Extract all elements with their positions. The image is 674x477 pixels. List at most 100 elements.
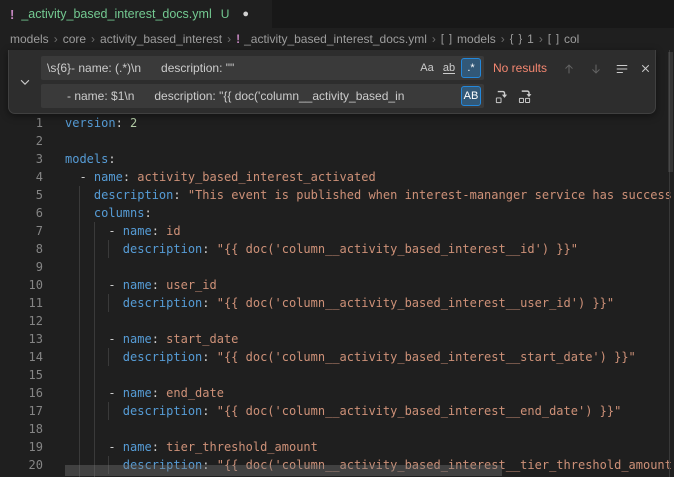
code-line[interactable]: 1 version: 2	[0, 114, 674, 132]
breadcrumb-label: core	[63, 32, 86, 46]
chevron-right-icon: ›	[432, 32, 436, 46]
code-line[interactable]: 18	[0, 420, 674, 438]
replace-button[interactable]	[491, 86, 512, 107]
code-line[interactable]: 17 description: "{{ doc('column__activit…	[0, 402, 674, 420]
indent-guide	[108, 402, 109, 420]
whole-word-button[interactable]: ab	[439, 58, 459, 78]
replace-text: - name: $1\n description: "{{ doc('colum…	[47, 88, 454, 104]
code-line[interactable]: 11 description: "{{ doc('column__activit…	[0, 294, 674, 312]
line-number[interactable]: 16	[0, 384, 43, 402]
line-number[interactable]: 10	[0, 276, 43, 294]
preserve-case-button[interactable]: AB	[461, 86, 481, 106]
array-symbol-icon: [ ]	[548, 33, 560, 45]
breadcrumb-label: _activity_based_interest_docs.yml	[244, 32, 427, 46]
breadcrumb-item-_activity_based_interest_docs.yml[interactable]: ! _activity_based_interest_docs.yml	[236, 32, 427, 46]
code-text: models:	[65, 150, 116, 168]
indent-guide	[79, 186, 80, 477]
line-number[interactable]: 7	[0, 222, 43, 240]
regex-button[interactable]: .*	[461, 58, 481, 78]
code-text: description: "{{ doc('column__activity_b…	[65, 348, 636, 366]
line-number[interactable]: 8	[0, 240, 43, 258]
modified-dot-icon[interactable]: ●	[242, 9, 249, 20]
code-line[interactable]: 3 models:	[0, 150, 674, 168]
line-number[interactable]: 2	[0, 132, 43, 150]
editor-code-area[interactable]: 1version: 223models:4 - name: activity_b…	[0, 114, 674, 474]
code-line[interactable]: 9	[0, 258, 674, 276]
line-number[interactable]: 19	[0, 438, 43, 456]
code-line[interactable]: 16 - name: end_date	[0, 384, 674, 402]
code-line[interactable]: 15	[0, 366, 674, 384]
git-untracked-badge: U	[221, 7, 230, 21]
whole-word-label: ab	[443, 63, 455, 74]
code-text: columns:	[65, 204, 152, 222]
tab-activity-based-interest-docs[interactable]: ! _activity_based_interest_docs.yml U ●	[0, 0, 272, 28]
code-line[interactable]: 8 description: "{{ doc('column__activity…	[0, 240, 674, 258]
chevron-right-icon: ›	[54, 32, 58, 46]
breadcrumb-item-1[interactable]: { }1	[510, 32, 534, 46]
code-text: - name: user_id	[65, 276, 217, 294]
match-case-button[interactable]: Aa	[417, 58, 437, 78]
breadcrumb-item-models[interactable]: models	[10, 32, 49, 46]
chevron-right-icon: ›	[501, 32, 505, 46]
code-text: - name: activity_based_interest_activate…	[65, 168, 376, 186]
line-number[interactable]: 17	[0, 402, 43, 420]
replace-all-button[interactable]	[515, 86, 536, 107]
line-number[interactable]: 5	[0, 186, 43, 204]
find-in-selection-button[interactable]	[611, 58, 632, 79]
vertical-scrollbar[interactable]	[668, 52, 673, 172]
indent-guide	[94, 222, 95, 477]
replace-input[interactable]: - name: $1\n description: "{{ doc('colum…	[41, 84, 484, 108]
breadcrumb-item-models[interactable]: [ ]models	[441, 32, 496, 46]
horizontal-scrollbar[interactable]	[65, 465, 502, 476]
code-line[interactable]: 7 - name: id	[0, 222, 674, 240]
line-number[interactable]: 14	[0, 348, 43, 366]
code-line[interactable]: 12	[0, 312, 674, 330]
chevron-right-icon: ›	[227, 32, 231, 46]
code-text: description: "{{ doc('column__activity_b…	[65, 294, 614, 312]
find-input[interactable]: \s{6}- name: (.*)\n description: "" Aa a…	[41, 56, 484, 80]
breadcrumb-label: models	[10, 32, 49, 46]
breadcrumb: models › core › activity_based_interest ›! _ac…	[0, 28, 674, 50]
line-number[interactable]: 15	[0, 366, 43, 384]
breadcrumb-item-core[interactable]: core	[63, 32, 86, 46]
line-number[interactable]: 9	[0, 258, 43, 276]
line-number[interactable]: 18	[0, 420, 43, 438]
tab-bar: ! _activity_based_interest_docs.yml U ●	[0, 0, 674, 28]
code-line[interactable]: 19 - name: tier_threshold_amount	[0, 438, 674, 456]
code-line[interactable]: 4 - name: activity_based_interest_activa…	[0, 168, 674, 186]
code-line[interactable]: 10 - name: user_id	[0, 276, 674, 294]
line-number[interactable]: 6	[0, 204, 43, 222]
code-line[interactable]: 14 description: "{{ doc('column__activit…	[0, 348, 674, 366]
breadcrumb-label: 1	[527, 32, 534, 46]
line-number[interactable]: 4	[0, 168, 43, 186]
line-number[interactable]: 20	[0, 456, 43, 474]
code-line[interactable]: 2	[0, 132, 674, 150]
close-find-widget-button[interactable]	[635, 58, 656, 79]
find-query-text: \s{6}- name: (.*)\n description: ""	[47, 60, 412, 76]
indent-guide	[108, 294, 109, 312]
code-text: - name: end_date	[65, 384, 224, 402]
breadcrumb-item-col[interactable]: [ ] col	[548, 32, 580, 46]
breadcrumb-label: col	[564, 32, 579, 46]
code-line[interactable]: 6 columns:	[0, 204, 674, 222]
breadcrumb-label: models	[457, 32, 496, 46]
breadcrumb-label: activity_based_interest	[100, 32, 222, 46]
tab-filename: _activity_based_interest_docs.yml	[21, 7, 211, 21]
code-line[interactable]: 5 description: "This event is published …	[0, 186, 674, 204]
yaml-file-icon: !	[236, 32, 240, 46]
line-number[interactable]: 13	[0, 330, 43, 348]
line-number[interactable]: 1	[0, 114, 43, 132]
line-number[interactable]: 11	[0, 294, 43, 312]
line-number[interactable]: 3	[0, 150, 43, 168]
next-match-button[interactable]	[585, 58, 606, 79]
toggle-replace-chevron-icon[interactable]	[15, 72, 35, 92]
code-line[interactable]: 13 - name: start_date	[0, 330, 674, 348]
line-number[interactable]: 12	[0, 312, 43, 330]
code-text: description: "{{ doc('column__activity_b…	[65, 240, 578, 258]
indent-guide	[108, 240, 109, 258]
breadcrumb-item-activity_based_interest[interactable]: activity_based_interest	[100, 32, 222, 46]
chevron-right-icon: ›	[539, 32, 543, 46]
previous-match-button[interactable]	[558, 58, 579, 79]
code-text: version: 2	[65, 114, 137, 132]
chevron-right-icon: ›	[91, 32, 95, 46]
